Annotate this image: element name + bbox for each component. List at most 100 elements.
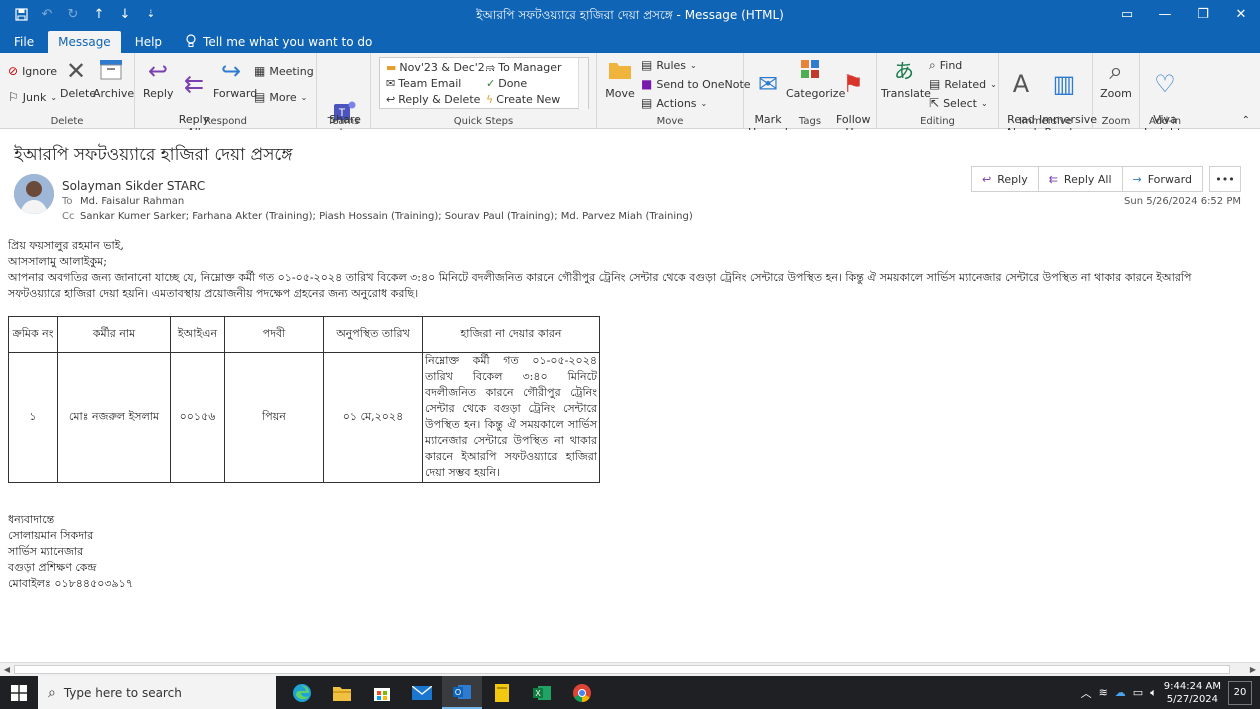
calendar-icon: ▦ [254, 64, 266, 78]
find-button[interactable]: ⌕ Find [929, 58, 962, 73]
title-bar: ↶ ↻ ↑ ↓ ⇣ ইআরপি সফটওয়্যারে হাজিরা দেয়া… [0, 0, 1260, 29]
taskbar: ⌕ Type here to search O X ︿ ≋ ☁ ▭ 🔈︎ 9:4… [0, 676, 1260, 709]
move-folder-icon [606, 57, 634, 85]
taskbar-search[interactable]: ⌕ Type here to search [38, 676, 276, 709]
junk-button[interactable]: ⚐ Junk ⌄ [8, 90, 57, 104]
collapse-ribbon-icon[interactable]: ⌃ [1242, 115, 1250, 126]
meeting-button[interactable]: ▦ Meeting [254, 64, 314, 78]
volume-icon[interactable]: 🔈︎ [1150, 686, 1157, 700]
delete-button[interactable]: ✕ Delete [60, 57, 96, 100]
actions-button[interactable]: ▤ Actions ⌄ [641, 96, 707, 110]
group-zoom: ⌕ Zoom Zoom [1093, 53, 1140, 129]
check-icon: ✓ [486, 77, 496, 90]
send-to-onenote-button[interactable]: ■ Send to OneNote [641, 77, 751, 91]
rules-button[interactable]: ▤ Rules ⌄ [641, 58, 697, 72]
chevron-up-icon[interactable]: ︿ [1081, 685, 1092, 701]
chrome-icon[interactable] [562, 676, 602, 709]
more-actions-button[interactable]: ••• [1209, 166, 1241, 192]
ignore-icon: ⊘ [8, 64, 19, 78]
sticky-folder-icon[interactable] [482, 676, 522, 709]
quick-step-team-email[interactable]: ✉ Team Email [386, 77, 461, 90]
search-placeholder: Type here to search [63, 685, 182, 700]
select-button[interactable]: ⇱ Select ⌄ [929, 96, 988, 110]
close-icon[interactable]: ✕ [1222, 0, 1260, 29]
down-arrow-icon[interactable]: ↓ [114, 4, 136, 26]
tab-file[interactable]: File [4, 31, 44, 53]
clock[interactable]: 9:44:24 AM 5/27/2024 [1164, 680, 1221, 706]
tell-me-label: Tell me what you want to do [203, 35, 373, 49]
reply-all-action-button[interactable]: ⇇ Reply All [1037, 166, 1123, 192]
zoom-button[interactable]: ⌕ Zoom [1097, 57, 1135, 100]
restore-icon[interactable]: ❐ [1184, 0, 1222, 29]
quick-step-to-manager[interactable]: ⇨ To Manager [486, 61, 562, 74]
start-button[interactable] [0, 676, 38, 709]
reply-action-button[interactable]: ↩ Reply [971, 166, 1039, 192]
more-respond-button[interactable]: ▤ More ⌄ [254, 90, 307, 104]
tab-message[interactable]: Message [48, 31, 121, 53]
redo-icon[interactable]: ↻ [62, 4, 84, 26]
cc-recipients[interactable]: Sankar Kumer Sarker; Farhana Akter (Trai… [80, 211, 693, 222]
folder-icon: ▬ [386, 61, 397, 74]
up-arrow-icon[interactable]: ↑ [88, 4, 110, 26]
customize-qat-icon[interactable]: ⇣ [140, 4, 162, 26]
quick-step-nov-dec[interactable]: ▬ Nov'23 & Dec'2... [386, 61, 495, 74]
forward-button[interactable]: ↪ Forward [213, 57, 257, 100]
battery-icon[interactable]: ▭ [1133, 686, 1143, 699]
file-explorer-icon[interactable] [322, 676, 362, 709]
quick-step-done[interactable]: ✓ Done [486, 77, 527, 90]
immersive-reader-icon: ▥ [1052, 70, 1076, 98]
save-icon[interactable] [10, 4, 32, 26]
store-icon[interactable] [362, 676, 402, 709]
excel-icon[interactable]: X [522, 676, 562, 709]
message-actions: ↩ Reply ⇇ Reply All → Forward ••• [971, 166, 1241, 192]
forward-action-button[interactable]: → Forward [1121, 166, 1203, 192]
greeting-line: প্রিয় ফয়সালুর রহমান ভাই, [8, 239, 124, 252]
ignore-button[interactable]: ⊘ Ignore [8, 64, 57, 78]
search-icon: ⌕ [929, 58, 936, 72]
signature-block: ধন্যবাদান্তে সোলায়মান সিকদার সার্ভিস ম্… [8, 512, 133, 592]
to-recipient[interactable]: Md. Faisalur Rahman [80, 196, 184, 207]
reply-icon: ↩ [147, 57, 169, 85]
quick-step-create-new[interactable]: ϟ Create New [486, 93, 560, 106]
scroll-right-icon[interactable]: ▶ [1246, 663, 1260, 676]
window-title: ইআরপি সফটওয়্যারে হাজিরা দেয়া প্রসঙ্গে … [476, 8, 784, 22]
translate-button[interactable]: あ Translate [881, 57, 931, 100]
pinned-apps: O X [282, 676, 602, 709]
sender-name[interactable]: Solayman Sikder STARC [62, 179, 205, 193]
scroll-left-icon[interactable]: ◀ [0, 663, 14, 676]
ribbon-display-icon[interactable]: ▭ [1108, 0, 1146, 29]
onedrive-icon[interactable]: ☁ [1115, 686, 1126, 699]
header-ein: ইআইএন [170, 316, 225, 353]
quick-steps-scrollbar[interactable] [578, 58, 588, 110]
minimize-icon[interactable]: — [1146, 0, 1184, 29]
header-serial: ক্রমিক নং [8, 316, 58, 353]
windows-icon [11, 684, 27, 701]
more-icon: ▤ [254, 90, 266, 104]
message-body: প্রিয় ফয়সালুর রহমান ভাই, আসসালামু আলাই… [8, 238, 1238, 302]
horizontal-scrollbar[interactable]: ◀ ▶ [0, 662, 1260, 676]
scrollbar-thumb[interactable] [14, 665, 1230, 674]
tell-me-search[interactable]: Tell me what you want to do [172, 31, 372, 53]
cell-absent-date: ০১ মে,২০২৪ [323, 352, 423, 483]
edge-icon[interactable] [282, 676, 322, 709]
tab-help[interactable]: Help [125, 31, 172, 53]
outlook-icon[interactable]: O [442, 676, 482, 709]
body-paragraph: আপনার অবগতির জন্য জানানো যাচ্ছে যে, নিম্… [8, 271, 1192, 300]
mail-icon[interactable] [402, 676, 442, 709]
undo-icon[interactable]: ↶ [36, 4, 58, 26]
related-button[interactable]: ▤ Related ⌄ [929, 77, 997, 91]
junk-icon: ⚐ [8, 90, 19, 104]
rules-icon: ▤ [641, 58, 653, 72]
network-icon[interactable]: ≋ [1099, 686, 1108, 699]
quick-step-reply-delete[interactable]: ↩ Reply & Delete [386, 93, 480, 106]
archive-button[interactable]: Archive [93, 57, 134, 100]
reply-button[interactable]: ↩ Reply [143, 57, 173, 100]
sender-avatar[interactable] [14, 174, 54, 214]
move-button[interactable]: Move [603, 57, 637, 100]
notification-center[interactable]: 20 [1228, 680, 1252, 705]
cell-name: মোঃ নজরুল ইসলাম [57, 352, 171, 483]
categorize-button[interactable]: Categorize [786, 57, 845, 100]
quick-access-toolbar: ↶ ↻ ↑ ↓ ⇣ [0, 4, 162, 26]
cursor-icon: ⇱ [929, 96, 940, 110]
cc-line: Cc Sankar Kumer Sarker; Farhana Akter (Tr… [62, 211, 693, 222]
